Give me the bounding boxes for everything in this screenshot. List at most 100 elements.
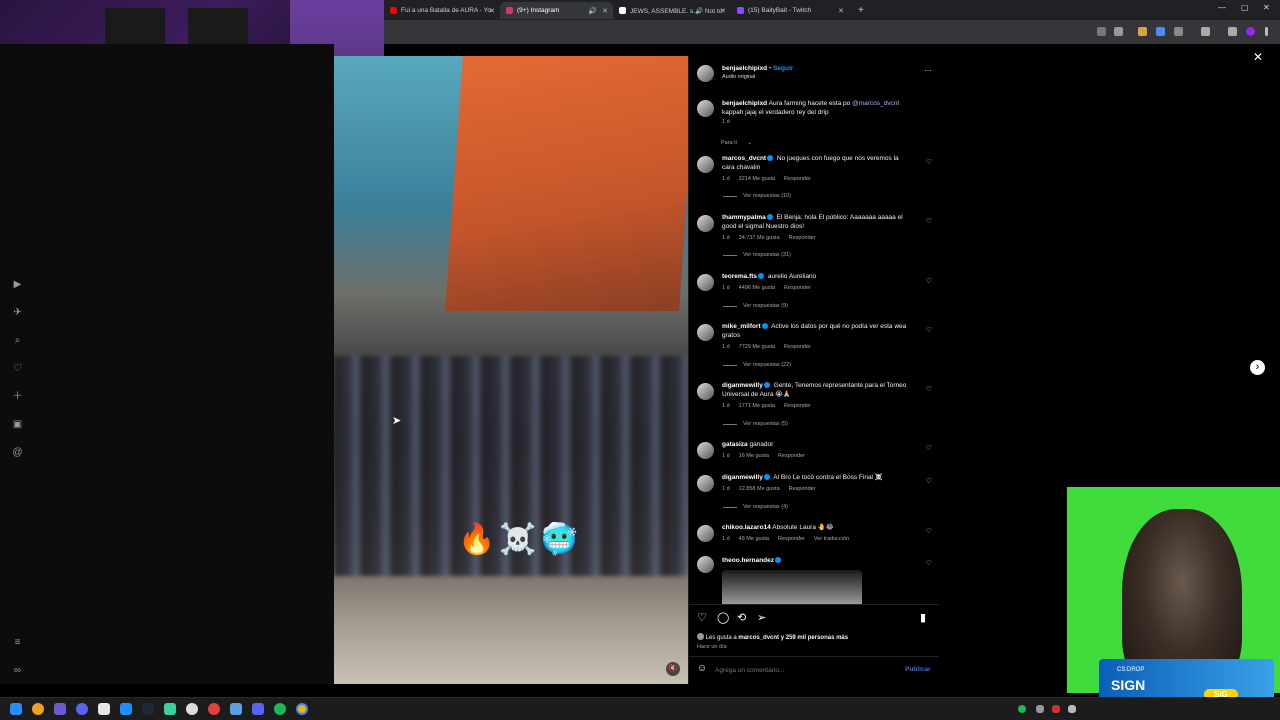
author-avatar[interactable] — [697, 100, 714, 117]
meta-icon[interactable]: ∞ — [11, 664, 24, 677]
sidepanel-icon[interactable] — [1228, 27, 1237, 36]
caption-username[interactable]: benjaelchipixd — [722, 100, 767, 107]
liker-username[interactable]: marcos_dvcnt — [738, 635, 779, 641]
modal-close-button[interactable]: ✕ — [1253, 50, 1263, 64]
tray-icon[interactable] — [1068, 705, 1076, 713]
extension-icon[interactable] — [1156, 27, 1165, 36]
comment-likes[interactable]: 7729 Me gusta — [739, 344, 775, 350]
commenter-avatar[interactable] — [697, 525, 714, 542]
comment-like-icon[interactable]: ♡ — [926, 559, 932, 567]
comment-likes[interactable]: 34.737 Me gusta — [739, 235, 780, 241]
comment-image[interactable] — [722, 570, 862, 604]
commenter-avatar[interactable] — [697, 475, 714, 492]
steam-icon[interactable] — [142, 703, 154, 715]
reply-button[interactable]: Responder — [784, 285, 811, 291]
comment-icon[interactable]: ◯ — [717, 611, 729, 624]
reels-icon[interactable]: ▶ — [11, 278, 24, 291]
comment-like-icon[interactable]: ♡ — [926, 527, 932, 535]
mute-icon[interactable]: 🔇 — [666, 662, 680, 676]
close-window-button[interactable]: ✕ — [1263, 3, 1270, 12]
tray-icon[interactable] — [1052, 705, 1060, 713]
tray-icon[interactable] — [1036, 705, 1044, 713]
comment-username[interactable]: mike_milfort — [722, 323, 761, 330]
minimize-button[interactable]: — — [1218, 3, 1226, 12]
chrome-icon[interactable] — [296, 703, 308, 715]
audio-label[interactable]: Audio original — [722, 74, 793, 80]
comment-like-icon[interactable]: ♡ — [926, 477, 932, 485]
app-icon[interactable] — [120, 703, 132, 715]
author-username[interactable]: benjaelchipixd — [722, 65, 767, 72]
send-icon[interactable]: ➢ — [757, 611, 766, 624]
windows-start-icon[interactable] — [10, 703, 22, 715]
spotify-icon[interactable] — [274, 703, 286, 715]
comment-username[interactable]: marcos_dvcnt — [722, 155, 766, 162]
comment-like-icon[interactable]: ♡ — [926, 217, 932, 225]
star-icon[interactable] — [1114, 27, 1123, 36]
file-explorer-icon[interactable] — [98, 703, 110, 715]
tab-close-icon[interactable]: ✕ — [489, 7, 495, 15]
notifications-icon[interactable]: ♡ — [11, 362, 24, 375]
reply-button[interactable]: Responder — [789, 235, 816, 241]
reply-button[interactable]: Responder — [784, 403, 811, 409]
author-avatar[interactable] — [697, 65, 714, 82]
commenter-avatar[interactable] — [697, 324, 714, 341]
tab-close-icon[interactable]: ✕ — [720, 7, 726, 15]
reply-button[interactable]: Responder — [789, 486, 816, 492]
view-replies-button[interactable]: Ver respuestas (4) — [723, 504, 788, 510]
commenter-avatar[interactable] — [697, 215, 714, 232]
app-icon[interactable] — [164, 703, 176, 715]
reel-video[interactable]: 🔥☠️🥶 🔇 — [334, 56, 688, 684]
app-icon[interactable] — [208, 703, 220, 715]
create-icon[interactable]: ＋ — [11, 390, 24, 403]
bookmarks-icon[interactable] — [1201, 27, 1210, 36]
publish-button[interactable]: Publicar — [905, 666, 931, 673]
reply-button[interactable]: Responder — [784, 176, 811, 182]
profile-avatar[interactable] — [1246, 27, 1255, 36]
search-icon[interactable]: ⌕ — [11, 334, 24, 347]
menu-icon[interactable] — [1265, 27, 1268, 36]
view-replies-button[interactable]: Ver respuestas (5) — [723, 421, 788, 427]
tab-twitch[interactable]: (15) BaityBait - Twitch ✕ — [731, 2, 849, 19]
tab-instagram[interactable]: (9+) Instagram 🔊 ✕ — [500, 2, 613, 19]
app-icon[interactable] — [230, 703, 242, 715]
view-replies-button[interactable]: Ver respuestas (9) — [723, 303, 788, 309]
comment-input[interactable] — [715, 663, 895, 677]
comment-like-icon[interactable]: ♡ — [926, 158, 932, 166]
likes-count[interactable]: y 259 mil personas más — [781, 635, 848, 641]
comment-like-icon[interactable]: ♡ — [926, 385, 932, 393]
view-replies-button[interactable]: Ver respuestas (31) — [723, 252, 791, 258]
follow-button[interactable]: Seguir — [773, 65, 793, 72]
commenter-avatar[interactable] — [697, 156, 714, 173]
for-you-filter[interactable]: Para ti ⌄ — [721, 140, 752, 146]
tab-tiktok[interactable]: JEWS, ASSEMBLE. s.🔊 Not to ✕ — [613, 2, 731, 19]
new-tab-button[interactable]: + — [852, 2, 868, 19]
commenter-avatar[interactable] — [697, 442, 714, 459]
search-icon[interactable] — [32, 703, 44, 715]
messages-icon[interactable]: ✈ — [11, 306, 24, 319]
extension-icon[interactable] — [1138, 27, 1147, 36]
comment-like-icon[interactable]: ♡ — [926, 444, 932, 452]
reply-button[interactable]: Responder — [784, 344, 811, 350]
discord-icon[interactable] — [252, 703, 264, 715]
tray-icon[interactable] — [1018, 705, 1026, 713]
threads-icon[interactable]: @ — [11, 446, 24, 459]
more-options-icon[interactable]: ··· — [924, 66, 932, 75]
comment-username[interactable]: teorema.fts — [722, 273, 757, 280]
caption-mention[interactable]: @marcos_dvcnt — [852, 100, 899, 107]
view-replies-button[interactable]: Ver respuestas (10) — [723, 193, 791, 199]
comment-username[interactable]: thammypalma — [722, 214, 766, 221]
comment-like-icon[interactable]: ♡ — [926, 277, 932, 285]
speaker-icon[interactable]: 🔊 — [588, 7, 597, 15]
more-menu-icon[interactable]: ≡ — [11, 636, 24, 649]
dashboard-icon[interactable]: ▣ — [11, 418, 24, 431]
comment-username[interactable]: gatasiza — [722, 441, 748, 448]
comment-likes[interactable]: 1771 Me gusta — [739, 403, 775, 409]
reply-button[interactable]: Responder — [778, 536, 805, 542]
maximize-button[interactable]: ▢ — [1241, 3, 1249, 12]
save-icon[interactable]: ▮ — [920, 611, 926, 624]
app-icon[interactable] — [76, 703, 88, 715]
comment-username[interactable]: chikoo.lazaro14 — [722, 524, 771, 531]
next-post-button[interactable]: › — [1250, 360, 1265, 375]
app-icon[interactable] — [54, 703, 66, 715]
repost-icon[interactable]: ⟲ — [737, 611, 746, 624]
